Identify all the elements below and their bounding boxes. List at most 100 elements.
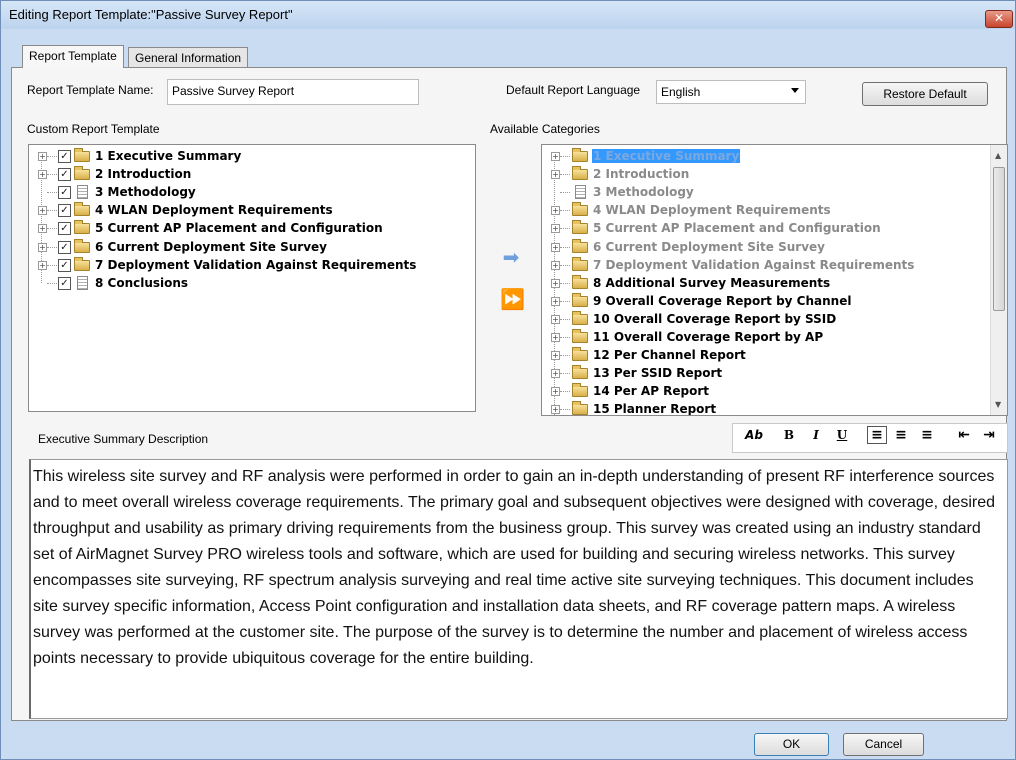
indent-button[interactable]: ⇥	[980, 427, 998, 443]
tree-connector	[560, 318, 570, 320]
available-tree-item[interactable]: +1 Executive Summary	[542, 148, 1007, 166]
available-tree-item[interactable]: +12 Per Channel Report	[542, 347, 1007, 365]
tree-item-label: 7 Deployment Validation Against Requirem…	[95, 257, 417, 272]
description-editor[interactable]: This wireless site survey and RF analysi…	[29, 459, 1008, 719]
available-tree-item[interactable]: +8 Additional Survey Measurements	[542, 274, 1007, 293]
tree-item-label: 4 WLAN Deployment Requirements	[95, 203, 333, 218]
tab-general-information[interactable]: General Information	[128, 47, 249, 68]
template-name-field[interactable]: Passive Survey Report	[167, 79, 419, 105]
expand-icon[interactable]: +	[551, 314, 560, 324]
tree-item-label: 4 WLAN Deployment Requirements	[593, 203, 831, 218]
checkbox[interactable]: ✓	[58, 150, 71, 163]
expand-icon[interactable]: +	[551, 405, 560, 415]
tree-item-label: 10 Overall Coverage Report by SSID	[593, 311, 837, 326]
tree-connector	[560, 156, 570, 157]
custom-tree-item[interactable]: + ✓ 1 Executive Summary	[29, 148, 475, 166]
available-tree-item[interactable]: +4 WLAN Deployment Requirements	[542, 202, 1007, 220]
tab-report-template[interactable]: Report Template	[22, 45, 124, 68]
underline-button[interactable]: U	[833, 428, 851, 442]
expand-icon[interactable]: +	[551, 224, 560, 234]
expand-icon[interactable]: +	[551, 369, 560, 379]
folder-icon	[572, 148, 588, 162]
expand-icon[interactable]: +	[38, 152, 47, 161]
expand-icon[interactable]: +	[38, 260, 47, 270]
expand-icon[interactable]: +	[551, 260, 560, 270]
available-tree-item[interactable]: +5 Current AP Placement and Configuratio…	[542, 220, 1007, 238]
restore-default-button[interactable]: Restore Default	[862, 82, 988, 106]
language-select[interactable]: English	[656, 80, 806, 104]
align-center-button[interactable]: ≡	[892, 427, 910, 443]
available-categories-tree[interactable]: +1 Executive Summary +2 Introduction 3 Met…	[541, 144, 1008, 416]
outdent-button[interactable]: ⇤	[955, 427, 973, 443]
expand-icon[interactable]: +	[551, 333, 560, 342]
document-icon	[575, 185, 586, 200]
add-category-button[interactable]: ➡	[500, 246, 522, 268]
scrollbar[interactable]: ▲ ▼	[990, 145, 1007, 415]
expand-icon[interactable]: +	[38, 206, 47, 216]
available-tree-item[interactable]: +14 Per AP Report	[542, 383, 1007, 401]
checkbox[interactable]: ✓	[58, 204, 71, 218]
expand-icon[interactable]: +	[551, 296, 560, 306]
align-left-button[interactable]: ≡	[867, 426, 887, 444]
available-tree-item[interactable]: +10 Overall Coverage Report by SSID	[542, 310, 1007, 329]
title-bar[interactable]: Editing Report Template:"Passive Survey …	[1, 1, 1015, 29]
available-tree-item[interactable]: 3 Methodology	[542, 184, 1007, 202]
close-icon[interactable]: ✕	[985, 10, 1013, 28]
available-tree-item[interactable]: +6 Current Deployment Site Survey	[542, 238, 1007, 257]
expand-icon[interactable]: +	[38, 170, 47, 180]
custom-tree-item[interactable]: + ✓ 2 Introduction	[29, 166, 475, 184]
checkbox[interactable]: ✓	[58, 222, 71, 236]
expand-icon[interactable]: +	[551, 242, 560, 252]
add-all-categories-button[interactable]: ⏩	[500, 288, 525, 310]
expand-icon[interactable]: +	[551, 152, 560, 161]
custom-tree-item[interactable]: + ✓ 6 Current Deployment Site Survey	[29, 238, 475, 257]
checkbox[interactable]: ✓	[58, 186, 71, 200]
checkbox[interactable]: ✓	[58, 276, 71, 290]
custom-tree-item[interactable]: ✓ 3 Methodology	[29, 184, 475, 202]
italic-button[interactable]: I	[807, 428, 825, 442]
checkbox[interactable]: ✓	[58, 240, 71, 254]
expand-icon[interactable]: +	[551, 278, 560, 288]
scroll-thumb[interactable]	[993, 167, 1005, 311]
custom-tree-item[interactable]: ✓ 8 Conclusions	[29, 275, 475, 293]
ok-button[interactable]: OK	[754, 733, 829, 756]
custom-tree-item[interactable]: + ✓ 5 Current AP Placement and Configurati…	[29, 220, 475, 238]
dialog-window: Editing Report Template:"Passive Survey …	[0, 0, 1016, 760]
expand-icon[interactable]: +	[551, 387, 560, 397]
custom-tree-item[interactable]: + ✓ 7 Deployment Validation Against Requir…	[29, 256, 475, 275]
window-title: Editing Report Template:"Passive Survey …	[9, 7, 293, 22]
expand-icon[interactable]: +	[38, 242, 47, 252]
available-tree-item[interactable]: +13 Per SSID Report	[542, 365, 1007, 383]
folder-icon	[572, 166, 588, 181]
expand-icon[interactable]: +	[551, 351, 560, 361]
tree-connector	[560, 300, 570, 302]
folder-icon	[572, 347, 588, 362]
folder-icon	[572, 202, 588, 217]
available-tree-item[interactable]: +11 Overall Coverage Report by AP	[542, 329, 1007, 347]
expand-icon[interactable]: +	[551, 170, 560, 180]
available-tree-item[interactable]: +15 Planner Report	[542, 401, 1007, 415]
scroll-up-icon[interactable]: ▲	[995, 151, 1001, 160]
align-right-button[interactable]: ≡	[918, 427, 936, 443]
available-tree-item[interactable]: +7 Deployment Validation Against Require…	[542, 256, 1007, 275]
folder-icon	[572, 310, 588, 325]
cancel-button[interactable]: Cancel	[843, 733, 924, 756]
format-toolbar: Ab B I U ≡ ≡ ≡ ⇤ ⇥	[732, 423, 1008, 453]
available-tree-item[interactable]: +2 Introduction	[542, 166, 1007, 184]
folder-icon	[572, 274, 588, 289]
bold-button[interactable]: B	[780, 428, 798, 442]
custom-template-tree[interactable]: + ✓ 1 Executive Summary + ✓ 2 Introduction ✓ 3 …	[28, 144, 476, 412]
checkbox[interactable]: ✓	[58, 258, 71, 272]
available-tree-item[interactable]: +9 Overall Coverage Report by Channel	[542, 292, 1007, 311]
scroll-down-icon[interactable]: ▼	[995, 400, 1001, 409]
expand-icon[interactable]: +	[551, 206, 560, 216]
folder-icon	[572, 365, 588, 380]
custom-tree-item[interactable]: + ✓ 4 WLAN Deployment Requirements	[29, 202, 475, 220]
folder-icon	[572, 329, 588, 343]
expand-icon[interactable]: +	[38, 224, 47, 234]
checkbox[interactable]: ✓	[58, 168, 71, 182]
tree-item-label: 1 Executive Summary	[95, 149, 242, 163]
font-style-button[interactable]: Ab	[745, 428, 763, 442]
tree-connector	[560, 174, 570, 176]
language-value: English	[661, 85, 701, 99]
